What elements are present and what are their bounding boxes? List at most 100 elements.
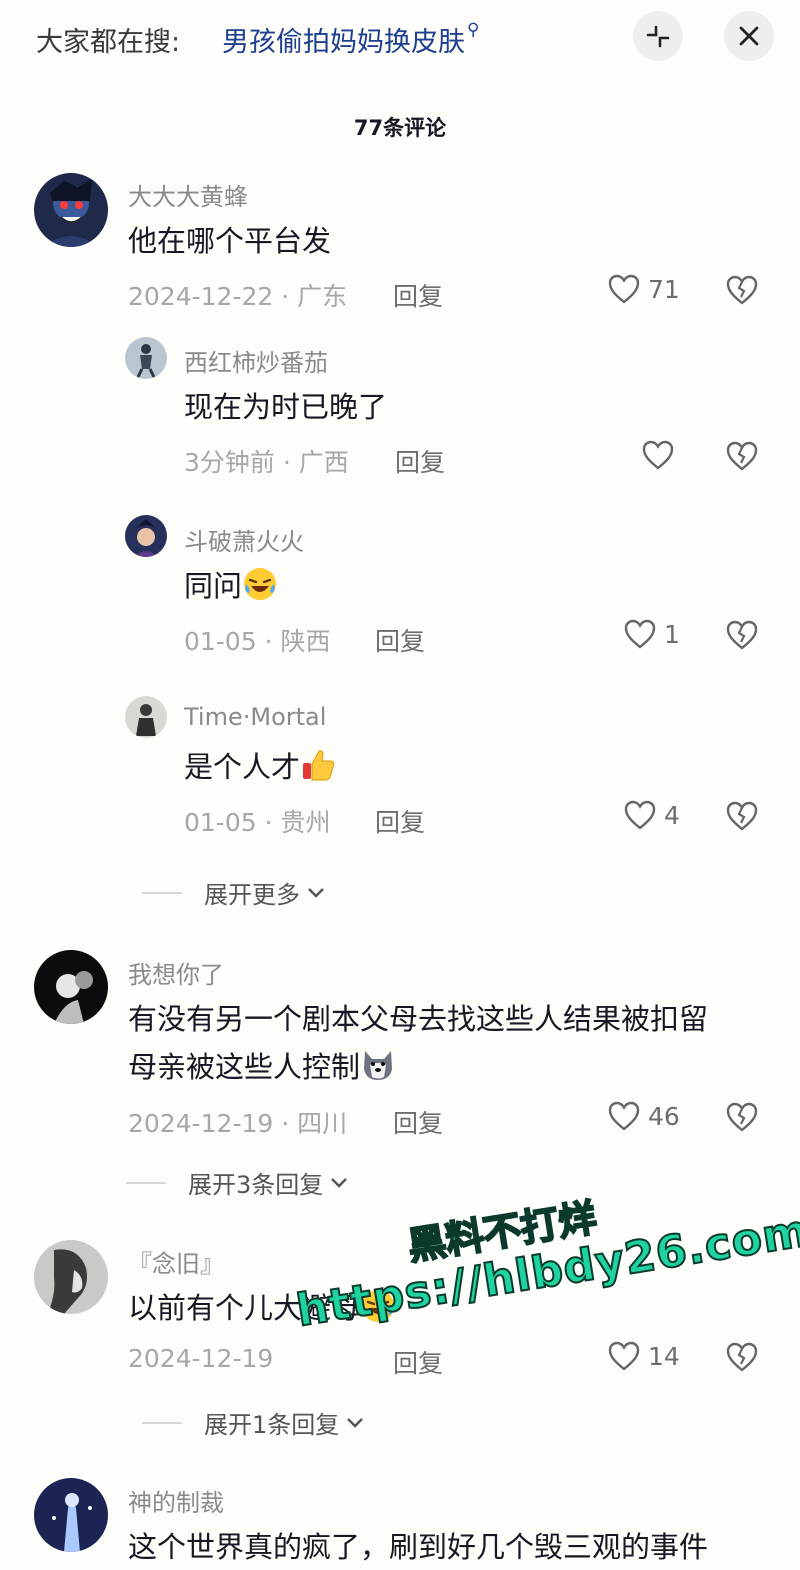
comment-text: 他在哪个平台发 [128, 224, 332, 258]
comment-text: 这个世界真的疯了，刷到好几个毁三观的事件 [128, 1530, 709, 1564]
comment-location: 贵州 [280, 808, 331, 837]
divider [142, 891, 182, 894]
comment-text-content: 同问 [184, 569, 243, 603]
like-button[interactable]: 46 [608, 1101, 680, 1131]
heart-icon [642, 440, 674, 470]
avatar[interactable] [34, 950, 108, 1024]
chevron-down-icon [308, 887, 324, 898]
username[interactable]: Time·Mortal [184, 703, 326, 731]
trending-search-term: 男孩偷拍妈妈换皮肤 [222, 27, 465, 58]
broken-heart-icon [726, 620, 758, 650]
like-count: 4 [664, 800, 680, 830]
expand-label: 展开1条回复 [204, 1411, 340, 1439]
comment-date: 01-05 [184, 627, 257, 656]
like-button[interactable] [642, 440, 674, 470]
heart-icon [624, 800, 656, 830]
heart-icon [624, 619, 656, 649]
divider [126, 1181, 166, 1184]
avatar[interactable] [125, 515, 167, 557]
avatar[interactable] [34, 173, 108, 247]
avatar[interactable] [34, 1478, 108, 1552]
dislike-button[interactable] [726, 275, 758, 309]
comment-meta: 3分钟前 · 广西 [184, 448, 349, 477]
broken-heart-icon [726, 801, 758, 831]
dislike-button[interactable] [726, 620, 758, 654]
trending-search-link[interactable]: 男孩偷拍妈妈换皮肤 ⚲ [222, 20, 479, 59]
comment-date: 2024-12-19 [128, 1344, 274, 1373]
broken-heart-icon [726, 1342, 758, 1372]
like-count: 1 [664, 619, 680, 649]
comment-text: 是个人才 [184, 744, 336, 790]
comment-date: 01-05 [184, 808, 257, 837]
reply-button[interactable]: 回复 [375, 803, 425, 839]
comment-location: 四川 [297, 1109, 348, 1138]
comment-text-line: 有没有另一个剧本父母去找这些人结果被扣留 [128, 1002, 709, 1036]
expand-label: 展开更多 [204, 881, 300, 909]
like-count: 71 [648, 274, 680, 304]
comment-meta: 01-05 · 贵州 [184, 808, 331, 837]
heart-icon [608, 1341, 640, 1371]
username[interactable]: 『念旧』 [128, 1244, 224, 1279]
reply-button[interactable]: 回复 [393, 1104, 443, 1140]
comment-meta: 01-05 · 陕西 [184, 627, 331, 656]
avatar[interactable] [125, 696, 167, 738]
comment-date: 3分钟前 [184, 448, 275, 477]
comment-date: 2024-12-19 [128, 1109, 274, 1138]
comments-title: 77条评论 [353, 116, 447, 140]
comment-date: 2024-12-22 [128, 282, 274, 311]
username[interactable]: 斗破萧火火 [184, 522, 304, 557]
dislike-button[interactable] [726, 1342, 758, 1376]
heart-icon [608, 1101, 640, 1131]
search-prefix: 大家都在搜: [36, 27, 181, 58]
expand-replies-button[interactable]: 展开3条回复 [126, 1165, 349, 1200]
thumbs-up-emoji [303, 750, 335, 781]
comment-text: 同问 [184, 563, 278, 609]
like-button[interactable]: 4 [624, 800, 680, 830]
like-button[interactable]: 14 [608, 1341, 680, 1371]
like-count: 14 [648, 1341, 680, 1371]
expand-more-button[interactable]: 展开更多 [142, 875, 326, 910]
close-button[interactable] [724, 11, 774, 61]
reply-button[interactable]: 回复 [393, 277, 443, 313]
avatar[interactable] [125, 337, 167, 379]
shrink-button[interactable] [633, 11, 683, 61]
heart-icon [608, 274, 640, 304]
comment-text: 现在为时已晚了 [184, 390, 388, 424]
comment-location: 广东 [297, 282, 348, 311]
comment-text-line: 母亲被这些人控制 [128, 1044, 396, 1090]
chevron-down-icon [347, 1417, 364, 1428]
expand-replies-button[interactable]: 展开1条回复 [142, 1405, 365, 1440]
username[interactable]: 西红柿炒番茄 [184, 343, 328, 378]
reply-button[interactable]: 回复 [375, 622, 425, 658]
comment-location: 陕西 [280, 627, 331, 656]
reply-button[interactable]: 回复 [395, 443, 445, 479]
laughing-crying-emoji [244, 568, 277, 600]
like-button[interactable]: 71 [608, 274, 680, 304]
comment-meta: 2024-12-19 · 四川 [128, 1109, 348, 1138]
top-bar: 大家都在搜: 男孩偷拍妈妈换皮肤 ⚲ [0, 0, 800, 75]
comment-meta: 2024-12-22 · 广东 [128, 282, 348, 311]
comment-text-content: 是个人才 [184, 750, 301, 784]
like-button[interactable]: 1 [624, 619, 680, 649]
broken-heart-icon [726, 1102, 758, 1132]
chevron-down-icon [331, 1177, 348, 1188]
comment-location: 广西 [298, 448, 349, 477]
comment-text-content: 母亲被这些人控制 [128, 1050, 361, 1084]
avatar[interactable] [34, 1240, 108, 1314]
dislike-button[interactable] [726, 441, 758, 475]
husky-emoji [364, 1051, 393, 1080]
dislike-button[interactable] [726, 1102, 758, 1136]
username[interactable]: 我想你了 [128, 955, 224, 990]
username[interactable]: 大大大黄蜂 [128, 177, 248, 212]
expand-label: 展开3条回复 [188, 1171, 324, 1199]
broken-heart-icon [726, 275, 758, 305]
dislike-button[interactable] [726, 801, 758, 835]
username[interactable]: 神的制裁 [128, 1483, 224, 1518]
search-icon: ⚲ [467, 20, 480, 40]
like-count: 46 [648, 1101, 680, 1131]
divider [142, 1421, 182, 1424]
watermark: 黑料不打烊 https://hlbdy26.com [285, 1165, 800, 1374]
broken-heart-icon [726, 441, 758, 471]
close-icon [739, 26, 759, 46]
shrink-icon [646, 25, 670, 48]
